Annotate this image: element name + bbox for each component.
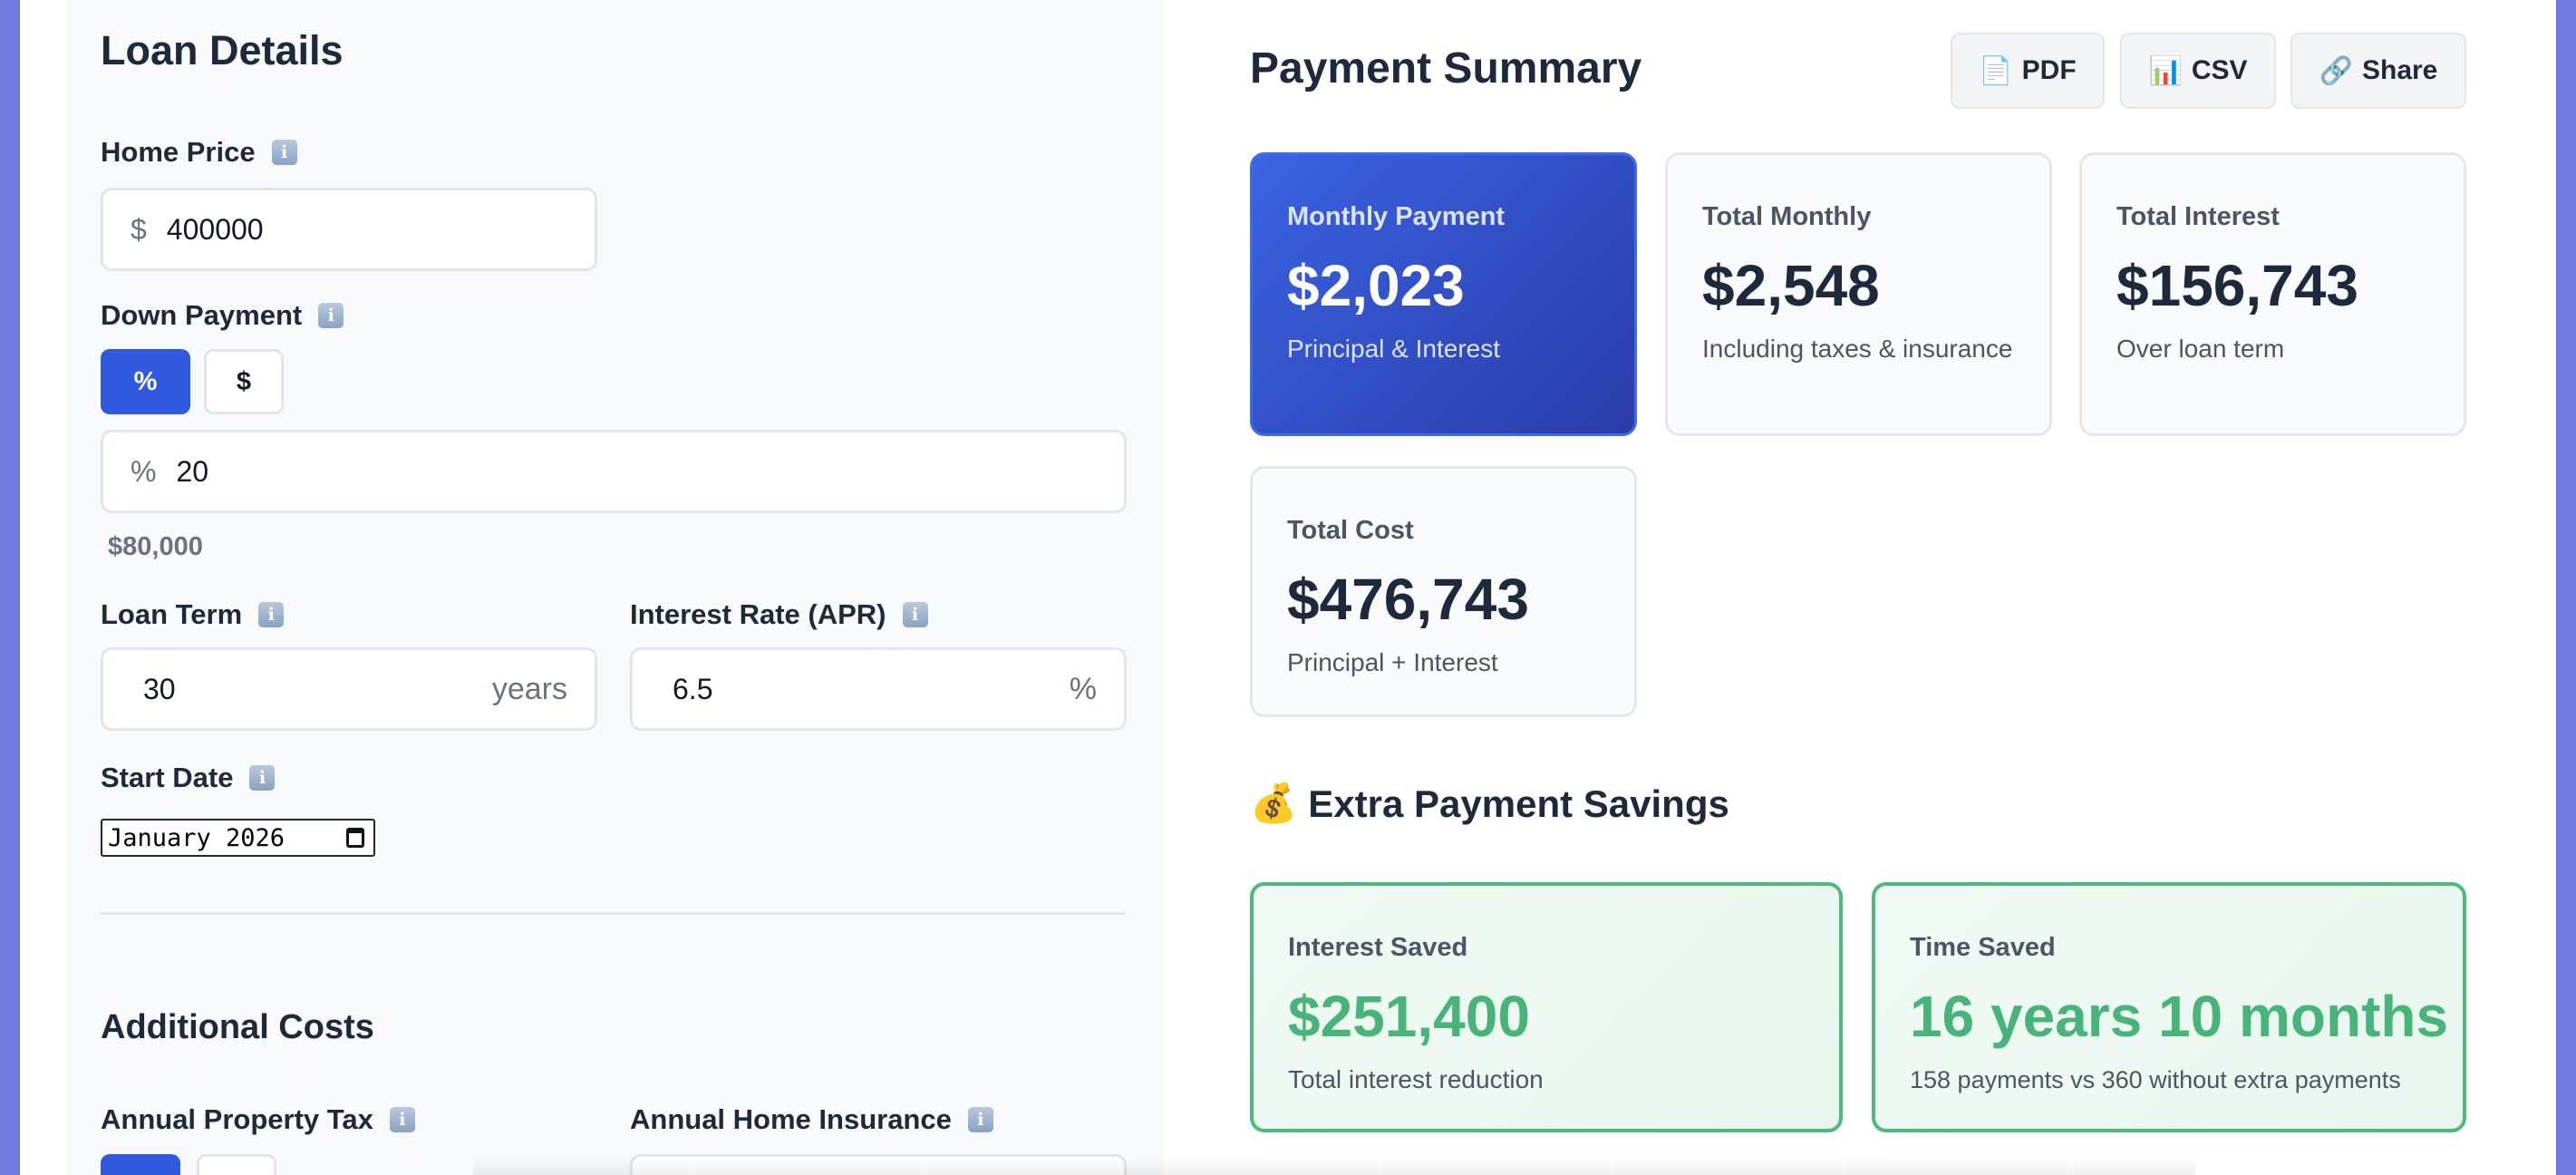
property-tax-dollar-toggle[interactable] [197, 1154, 276, 1175]
money-bag-icon: 💰 [1250, 782, 1298, 824]
info-icon[interactable]: i [967, 1107, 993, 1132]
interest-rate-input[interactable]: 6.5 % [630, 647, 1127, 731]
interest-saved-card: Interest Saved $251,400 Total interest r… [1250, 882, 1843, 1132]
extra-savings-heading: 💰 Extra Payment Savings [1250, 782, 1729, 826]
card-subtitle: Principal & Interest [1287, 335, 1500, 363]
monthly-payment-card: Monthly Payment $2,023 Principal & Inter… [1250, 152, 1637, 436]
start-date-label: Start Date i [101, 762, 276, 794]
home-price-input[interactable]: $ 400000 [101, 188, 597, 271]
card-title: Total Interest [2116, 202, 2280, 231]
home-price-label: Home Price i [101, 136, 297, 169]
document-icon: 📄 [1979, 55, 2013, 86]
card-value: $2,548 [1702, 253, 1880, 318]
share-button[interactable]: 🔗 Share [2290, 33, 2466, 109]
card-title: Monthly Payment [1287, 202, 1506, 231]
card-title: Total Monthly [1702, 202, 1872, 231]
card-title: Time Saved [1910, 933, 2056, 962]
down-payment-percent-toggle[interactable]: % [101, 349, 190, 414]
property-tax-percent-toggle[interactable] [101, 1154, 180, 1175]
home-insurance-label: Annual Home Insurance i [630, 1103, 993, 1136]
loan-details-title: Loan Details [101, 27, 344, 73]
start-date-input[interactable]: January 2026 [101, 819, 375, 857]
bottom-shadow [473, 1157, 2195, 1175]
percent-suffix: % [1069, 671, 1097, 706]
percent-prefix: % [131, 454, 157, 488]
card-value: $476,743 [1287, 567, 1529, 632]
down-payment-value[interactable]: 20 [176, 455, 1124, 489]
interest-rate-value[interactable]: 6.5 [633, 673, 1070, 706]
card-value: $156,743 [2116, 253, 2358, 318]
home-price-value[interactable]: 400000 [167, 213, 595, 247]
property-tax-label: Annual Property Tax i [101, 1103, 415, 1136]
down-payment-label: Down Payment i [101, 299, 344, 332]
pdf-export-button[interactable]: 📄 PDF [1951, 33, 2105, 109]
years-suffix: years [491, 671, 567, 706]
card-subtitle: Including taxes & insurance [1702, 335, 2013, 363]
card-subtitle: Over loan term [2116, 335, 2285, 363]
total-cost-card: Total Cost $476,743 Principal + Interest [1250, 466, 1637, 717]
down-payment-dollar-toggle[interactable]: $ [204, 349, 284, 414]
currency-prefix: $ [131, 212, 147, 246]
calendar-icon[interactable] [346, 828, 364, 848]
down-payment-input[interactable]: % 20 [101, 430, 1127, 513]
card-title: Interest Saved [1288, 933, 1468, 962]
payment-summary-title: Payment Summary [1250, 44, 1642, 92]
loan-details-panel [66, 0, 1164, 1175]
info-icon[interactable]: i [318, 303, 344, 328]
card-value: $2,023 [1287, 253, 1465, 318]
info-icon[interactable]: i [249, 765, 276, 791]
interest-rate-label: Interest Rate (APR) i [630, 598, 928, 631]
calculator-app: Loan Details Home Price i $ 400000 Down … [20, 0, 2556, 1175]
info-icon[interactable]: i [389, 1107, 415, 1132]
card-subtitle: Total interest reduction [1288, 1065, 1544, 1093]
card-subtitle: Principal + Interest [1287, 648, 1498, 676]
link-icon: 🔗 [2319, 55, 2353, 86]
loan-term-input[interactable]: 30 years [101, 647, 597, 731]
time-saved-card: Time Saved 16 years 10 months 158 paymen… [1872, 882, 2466, 1132]
loan-term-value[interactable]: 30 [103, 673, 492, 706]
chart-icon: 📊 [2148, 55, 2183, 86]
start-date-value[interactable]: January 2026 [108, 824, 285, 852]
total-interest-card: Total Interest $156,743 Over loan term [2079, 152, 2466, 436]
info-icon[interactable]: i [902, 602, 928, 627]
card-subtitle: 158 payments vs 360 without extra paymen… [1910, 1066, 2401, 1093]
additional-costs-title: Additional Costs [101, 1008, 374, 1046]
down-payment-amount: $80,000 [108, 532, 203, 561]
info-icon[interactable]: i [258, 602, 285, 627]
section-divider [101, 912, 1125, 915]
card-value: $251,400 [1288, 984, 1530, 1049]
total-monthly-card: Total Monthly $2,548 Including taxes & i… [1665, 152, 2052, 436]
loan-term-label: Loan Term i [101, 598, 285, 631]
extra-savings-title: Extra Payment Savings [1308, 782, 1729, 825]
csv-export-button[interactable]: 📊 CSV [2120, 33, 2276, 109]
card-title: Total Cost [1287, 516, 1414, 545]
card-value: 16 years 10 months [1910, 984, 2449, 1049]
info-icon[interactable]: i [271, 140, 297, 165]
